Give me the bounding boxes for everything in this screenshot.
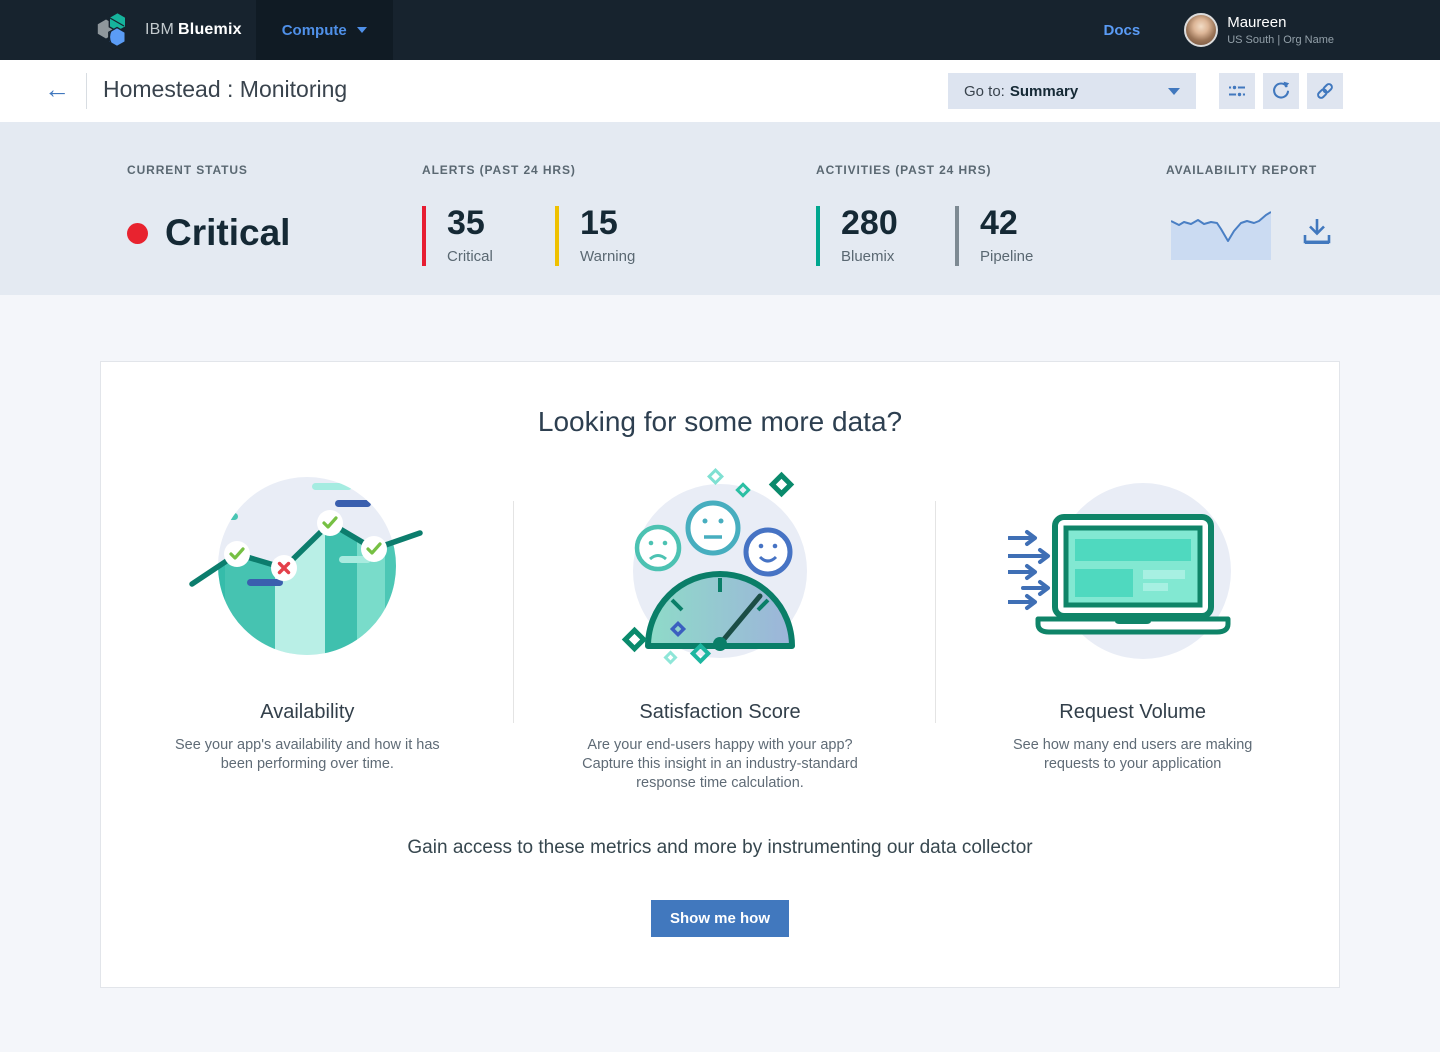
feature-satisfaction-score: Satisfaction Score Are your end-users ha…: [514, 468, 927, 793]
metric-value: 42: [980, 206, 1033, 240]
status-band: CURRENT STATUS ALERTS (PAST 24 HRS) ACTI…: [0, 122, 1440, 295]
user-org: US South | Org Name: [1227, 34, 1334, 46]
brand-text: IBMBluemix: [145, 21, 242, 39]
metric-alerts-warning: 15 Warning: [555, 206, 635, 266]
goto-dropdown[interactable]: Go to: Summary: [948, 73, 1196, 109]
sliders-icon: [1226, 80, 1248, 102]
settings-sliders-button[interactable]: [1219, 73, 1255, 109]
feature-description: See your app's availability and how it h…: [162, 736, 452, 774]
user-name: Maureen: [1227, 14, 1334, 31]
feature-availability: Availability See your app's availability…: [101, 468, 514, 793]
feature-title: Availability: [260, 701, 354, 724]
top-navbar: IBMBluemix Compute Docs Maureen US South…: [0, 0, 1440, 60]
status-value: Critical: [165, 212, 290, 254]
refresh-icon: [1270, 80, 1292, 102]
feature-request-volume: Request Volume See how many end users ar…: [926, 468, 1339, 793]
link-button[interactable]: [1307, 73, 1343, 109]
current-status-label: CURRENT STATUS: [127, 163, 248, 177]
metric-bar: [816, 206, 820, 266]
metric-bar: [422, 206, 426, 266]
metric-bar: [955, 206, 959, 266]
feature-description: Are your end-users happy with your app? …: [568, 736, 873, 793]
column-divider: [935, 501, 936, 723]
features-row: Availability See your app's availability…: [101, 468, 1339, 793]
metric-activities-bluemix: 280 Bluemix: [816, 206, 898, 266]
cta-text: Gain access to these metrics and more by…: [101, 837, 1339, 859]
refresh-button[interactable]: [1263, 73, 1299, 109]
show-me-how-button[interactable]: Show me how: [651, 900, 789, 937]
chevron-down-icon: [1168, 88, 1180, 95]
current-status: Critical: [127, 212, 290, 254]
download-icon: [1297, 212, 1337, 252]
metric-name: Warning: [580, 248, 635, 265]
request-volume-illustration: [1008, 468, 1258, 673]
status-dot-icon: [127, 223, 148, 244]
docs-link[interactable]: Docs: [1104, 22, 1141, 39]
back-button[interactable]: ←: [44, 74, 70, 105]
chevron-down-icon: [357, 27, 367, 33]
column-divider: [513, 501, 514, 723]
divider: [86, 73, 87, 109]
card-heading: Looking for some more data?: [101, 406, 1339, 438]
availability-sparkline: [1171, 208, 1271, 260]
metric-name: Critical: [447, 248, 493, 265]
activities-label: ACTIVITIES (PAST 24 HRS): [816, 163, 991, 177]
feature-title: Satisfaction Score: [639, 701, 800, 724]
bluemix-logo-icon: [95, 9, 133, 51]
download-report-button[interactable]: [1297, 212, 1337, 252]
user-menu[interactable]: Maureen US South | Org Name: [1184, 13, 1334, 47]
nav-menu-compute[interactable]: Compute: [256, 0, 393, 60]
title-bar: ← Homestead : Monitoring Go to: Summary: [0, 60, 1440, 122]
link-icon: [1314, 80, 1336, 102]
metric-bar: [555, 206, 559, 266]
page-title: Homestead : Monitoring: [103, 76, 347, 103]
availability-illustration: [187, 468, 427, 673]
goto-value: Summary: [1010, 83, 1078, 100]
feature-title: Request Volume: [1059, 701, 1206, 724]
alerts-label: ALERTS (PAST 24 HRS): [422, 163, 576, 177]
brand[interactable]: IBMBluemix: [95, 9, 242, 51]
metric-name: Pipeline: [980, 248, 1033, 265]
goto-prefix: Go to:: [964, 83, 1005, 100]
availability-report-label: AVAILABILITY REPORT: [1166, 163, 1317, 177]
main-card: Looking for some more data?: [100, 361, 1340, 988]
metric-value: 35: [447, 206, 493, 240]
avatar: [1184, 13, 1218, 47]
satisfaction-illustration: [610, 468, 830, 673]
metric-value: 280: [841, 206, 898, 240]
metric-name: Bluemix: [841, 248, 898, 265]
metric-value: 15: [580, 206, 635, 240]
metric-activities-pipeline: 42 Pipeline: [955, 206, 1033, 266]
metric-alerts-critical: 35 Critical: [422, 206, 493, 266]
nav-menu-label: Compute: [282, 22, 347, 39]
feature-description: See how many end users are making reques…: [998, 736, 1268, 774]
